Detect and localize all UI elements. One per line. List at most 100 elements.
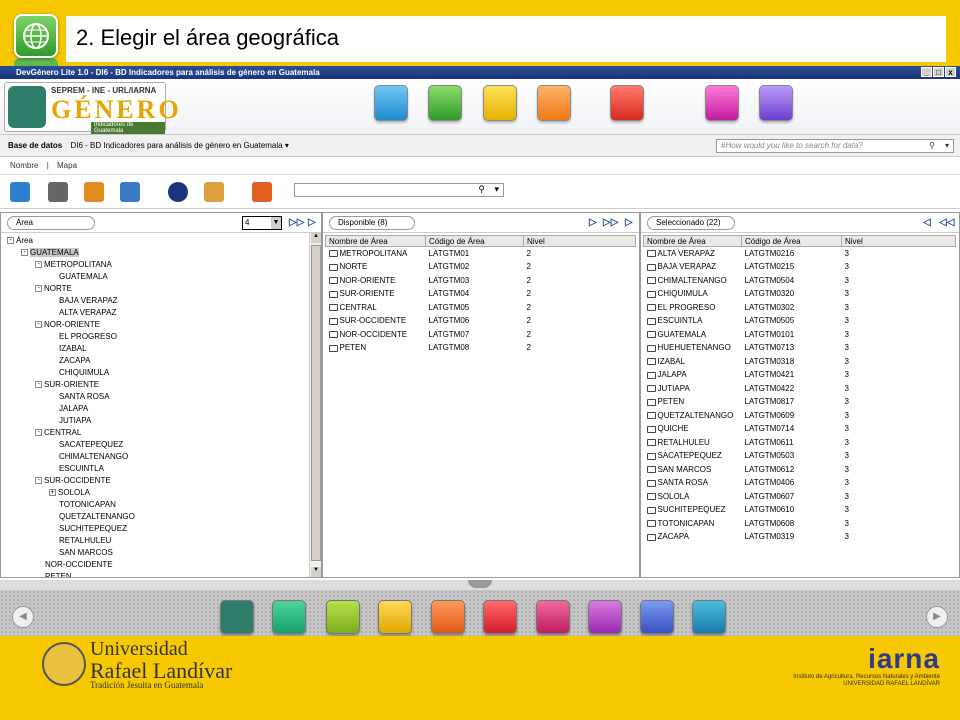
- refresh-icon[interactable]: [252, 182, 272, 202]
- check-icon[interactable]: [483, 85, 517, 121]
- tree-node[interactable]: IZABAL: [1, 343, 321, 355]
- hand-pointer-icon[interactable]: [374, 85, 408, 121]
- collapse-icon[interactable]: -: [35, 429, 42, 437]
- tab-mapa[interactable]: Mapa: [57, 161, 77, 170]
- add-icon[interactable]: ▷: [308, 218, 316, 228]
- table-row[interactable]: SUR-OCCIDENTE LATGTM06 2: [326, 314, 636, 328]
- tree-node[interactable]: CHIQUIMULA: [1, 367, 321, 379]
- table-row[interactable]: JUTIAPA LATGTM0422 3: [644, 382, 956, 396]
- open-folder-icon[interactable]: [10, 182, 30, 202]
- close-button[interactable]: x: [945, 67, 956, 77]
- video-icon[interactable]: [378, 600, 412, 634]
- help-icon[interactable]: [272, 600, 306, 634]
- col-codigo[interactable]: Código de Área: [425, 235, 524, 247]
- table-row[interactable]: CHIMALTENANGO LATGTM0504 3: [644, 274, 956, 288]
- tree-node[interactable]: TOTONICAPAN: [1, 499, 321, 511]
- table-row[interactable]: GUATEMALA LATGTM0101 3: [644, 328, 956, 342]
- table-row[interactable]: BAJA VERAPAZ LATGTM0215 3: [644, 260, 956, 274]
- add-icon[interactable]: ▷: [625, 218, 633, 228]
- table-row[interactable]: CHIQUIMULA LATGTM0320 3: [644, 287, 956, 301]
- tree-node[interactable]: - SUR-ORIENTE: [1, 379, 321, 391]
- tree-node[interactable]: - Área: [1, 235, 321, 247]
- table-row[interactable]: QUETZALTENANGO LATGTM0609 3: [644, 409, 956, 423]
- tree-scrollbar[interactable]: ▲ ▼: [309, 233, 321, 577]
- globe-icon[interactable]: [428, 85, 462, 121]
- book-icon[interactable]: [431, 600, 465, 634]
- remove-all-icon[interactable]: ◁◁: [939, 218, 954, 228]
- col-nivel[interactable]: Nivel: [523, 235, 636, 247]
- col-nombre[interactable]: Nombre de Área: [325, 235, 426, 247]
- tree-node[interactable]: SUCHITEPEQUEZ: [1, 523, 321, 535]
- collapse-icon[interactable]: -: [35, 261, 42, 269]
- table-row[interactable]: HUEHUETENANGO LATGTM0713 3: [644, 341, 956, 355]
- tree-node[interactable]: NOR-OCCIDENTE: [1, 559, 321, 571]
- chevron-down-icon[interactable]: ▾: [494, 184, 499, 195]
- table-row[interactable]: SAN MARCOS LATGTM0612 3: [644, 463, 956, 477]
- table-icon[interactable]: [610, 85, 644, 121]
- star-icon[interactable]: [588, 600, 622, 634]
- collapse-handle[interactable]: [468, 580, 492, 588]
- tree-node[interactable]: QUETZALTENANGO: [1, 511, 321, 523]
- tree-node[interactable]: SANTA ROSA: [1, 391, 321, 403]
- table-row[interactable]: NORTE LATGTM02 2: [326, 260, 636, 274]
- table-row[interactable]: SOLOLA LATGTM0607 3: [644, 490, 956, 504]
- database-add-icon[interactable]: [84, 182, 104, 202]
- table-row[interactable]: SUR-ORIENTE LATGTM04 2: [326, 287, 636, 301]
- copy-icon[interactable]: [705, 85, 739, 121]
- tree-node[interactable]: SACATEPEQUEZ: [1, 439, 321, 451]
- chevron-down-icon[interactable]: ▾: [945, 140, 949, 152]
- tree-node[interactable]: JUTIAPA: [1, 415, 321, 427]
- table-row[interactable]: IZABAL LATGTM0318 3: [644, 355, 956, 369]
- toolbar-search-input[interactable]: ⚲ ▾: [294, 183, 504, 197]
- table-row[interactable]: PETEN LATGTM0817 3: [644, 395, 956, 409]
- col-codigo[interactable]: Código de Área: [741, 235, 842, 247]
- tree-node[interactable]: ESCUINTLA: [1, 463, 321, 475]
- table-row[interactable]: NOR-OCCIDENTE LATGTM07 2: [326, 328, 636, 342]
- cross-icon[interactable]: [483, 600, 517, 634]
- print-icon[interactable]: [48, 182, 68, 202]
- tree-node[interactable]: RETALHULEU: [1, 535, 321, 547]
- search-icon[interactable]: ⚲: [929, 140, 935, 152]
- collapse-icon[interactable]: -: [7, 237, 14, 245]
- tree-node[interactable]: - SUR-OCCIDENTE: [1, 475, 321, 487]
- bar-chart-icon[interactable]: [537, 85, 571, 121]
- add-all-icon[interactable]: ▷▷: [289, 218, 304, 228]
- info-icon[interactable]: [168, 182, 188, 202]
- tree-node[interactable]: EL PROGRESO: [1, 331, 321, 343]
- table-row[interactable]: ALTA VERAPAZ LATGTM0216 3: [644, 247, 956, 261]
- previous-icon[interactable]: ◀: [12, 606, 34, 628]
- tree-node[interactable]: - METROPOLITANA: [1, 259, 321, 271]
- global-search-input[interactable]: #How would you like to search for data? …: [716, 139, 954, 153]
- table-row[interactable]: SUCHITEPEQUEZ LATGTM0610 3: [644, 503, 956, 517]
- next-icon[interactable]: ▶: [926, 606, 948, 628]
- table-row[interactable]: SANTA ROSA LATGTM0406 3: [644, 476, 956, 490]
- collapse-icon[interactable]: -: [21, 249, 28, 257]
- add-icon[interactable]: ▷: [589, 218, 597, 228]
- tree-node[interactable]: ALTA VERAPAZ: [1, 307, 321, 319]
- table-row[interactable]: RETALHULEU LATGTM0611 3: [644, 436, 956, 450]
- level-select[interactable]: 4 ▼: [242, 216, 282, 230]
- table-row[interactable]: JALAPA LATGTM0421 3: [644, 368, 956, 382]
- col-nivel[interactable]: Nivel: [841, 235, 956, 247]
- search-icon[interactable]: ⚲: [478, 184, 485, 195]
- tree-node[interactable]: CHIMALTENANGO: [1, 451, 321, 463]
- table-row[interactable]: ESCUINTLA LATGTM0505 3: [644, 314, 956, 328]
- collapse-icon[interactable]: -: [35, 285, 42, 293]
- table-row[interactable]: EL PROGRESO LATGTM0302 3: [644, 301, 956, 315]
- columns-icon[interactable]: [536, 600, 570, 634]
- export-icon[interactable]: [204, 182, 224, 202]
- tree-node[interactable]: - NOR-ORIENTE: [1, 319, 321, 331]
- table-row[interactable]: CENTRAL LATGTM05 2: [326, 301, 636, 315]
- tree-node[interactable]: SAN MARCOS: [1, 547, 321, 559]
- remove-icon[interactable]: ◁: [923, 218, 931, 228]
- collapse-icon[interactable]: -: [35, 321, 42, 329]
- table-row[interactable]: NOR-ORIENTE LATGTM03 2: [326, 274, 636, 288]
- pages-icon[interactable]: [692, 600, 726, 634]
- minimize-button[interactable]: _: [921, 67, 932, 77]
- tools-icon[interactable]: [326, 600, 360, 634]
- tree-node[interactable]: - GUATEMALA: [1, 247, 321, 259]
- table-row[interactable]: TOTONICAPAN LATGTM0608 3: [644, 517, 956, 531]
- expand-icon[interactable]: +: [49, 489, 56, 497]
- db-select[interactable]: DI6 - BD Indicadores para análisis de gé…: [70, 141, 282, 150]
- tree-node[interactable]: - CENTRAL: [1, 427, 321, 439]
